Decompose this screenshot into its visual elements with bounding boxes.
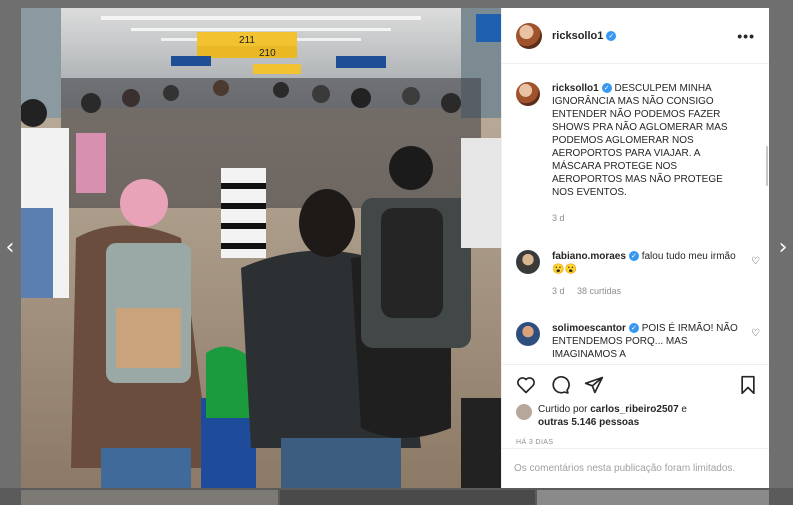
liked-by-prefix: Curtido por <box>538 404 588 415</box>
share-send-icon[interactable] <box>584 375 604 395</box>
author-avatar[interactable] <box>516 82 540 106</box>
comment-username[interactable]: fabiano.moraes <box>552 251 626 262</box>
gate-sign-211: 211 <box>239 35 255 46</box>
next-post-arrow-icon[interactable]: › <box>773 237 793 259</box>
post-header: ricksollo1 ✓ ••• <box>502 8 769 64</box>
comment-likes[interactable]: 38 curtidas <box>577 286 621 296</box>
caption-username[interactable]: ricksollo1 <box>552 83 599 94</box>
comment-like-heart-icon[interactable]: ♡ <box>751 328 760 339</box>
author-avatar[interactable] <box>516 22 542 49</box>
more-options-icon[interactable]: ••• <box>737 29 755 43</box>
post-photo: 211 210 <box>21 8 501 488</box>
comment-item: solimoescantor ✓ POIS É IRMÃO! NÃO ENTEND… <box>516 322 760 361</box>
background-thumbnail <box>280 490 535 505</box>
post-actions: Curtido por carlos_ribeiro2507 e outras … <box>502 364 769 488</box>
save-bookmark-icon[interactable] <box>739 375 757 395</box>
comments-limited-notice: Os comentários nesta publicação foram li… <box>502 448 769 488</box>
comment-username[interactable]: solimoescantor <box>552 323 626 334</box>
post-timestamp[interactable]: HÁ 3 DIAS <box>516 439 553 446</box>
scrollbar[interactable] <box>766 146 768 186</box>
like-heart-icon[interactable] <box>516 375 536 395</box>
airport-crowd-image: 211 210 <box>21 8 501 488</box>
comments-list[interactable]: ricksollo1 ✓ DESCULPEM MINHA IGNORÂNCIA M… <box>502 64 769 364</box>
liker-avatar[interactable] <box>516 404 532 420</box>
previous-post-arrow-icon[interactable]: ‹ <box>0 237 20 259</box>
liked-by-user[interactable]: carlos_ribeiro2507 <box>590 404 678 415</box>
comment-like-heart-icon[interactable]: ♡ <box>751 256 760 267</box>
verified-badge-icon: ✓ <box>628 251 639 262</box>
commenter-avatar[interactable] <box>516 322 540 346</box>
gate-sign-210: 210 <box>259 48 276 59</box>
verified-badge-icon: ✓ <box>601 83 612 94</box>
caption: ricksollo1 ✓ DESCULPEM MINHA IGNORÂNCIA M… <box>516 82 756 223</box>
background-thumbnail <box>21 490 278 505</box>
comment-time[interactable]: 3 d <box>552 286 565 296</box>
verified-badge-icon: ✓ <box>606 30 617 41</box>
post-side-panel: ricksollo1 ✓ ••• ricksollo1 ✓ DESCULPEM M… <box>501 8 769 488</box>
caption-time[interactable]: 3 d <box>552 213 565 223</box>
commenter-avatar[interactable] <box>516 250 540 274</box>
comment-bubble-icon[interactable] <box>550 375 570 395</box>
liked-by-mid: e <box>681 404 687 415</box>
comment-item: fabiano.moraes ✓ falou tudo meu irmão 😮😮 … <box>516 250 760 296</box>
background-thumbnail <box>537 490 769 505</box>
liked-by-others[interactable]: outras 5.146 pessoas <box>538 417 639 428</box>
verified-badge-icon: ✓ <box>628 323 639 334</box>
author-username[interactable]: ricksollo1 <box>552 30 603 42</box>
post-modal: 211 210 ricksollo1 ✓ ••• ricksollo1 ✓ DE… <box>21 8 769 488</box>
caption-text: DESCULPEM MINHA IGNORÂNCIA MAS NÃO CONSI… <box>552 83 728 198</box>
liked-by: Curtido por carlos_ribeiro2507 e outras … <box>516 403 687 429</box>
